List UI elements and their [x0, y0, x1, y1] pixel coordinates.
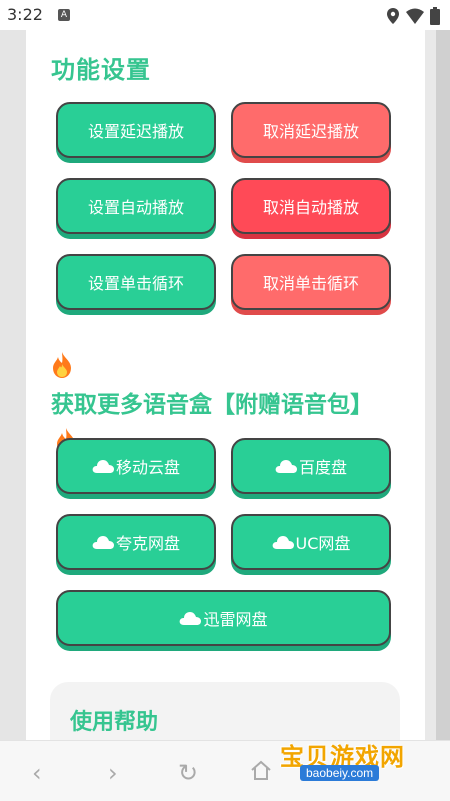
wifi-icon — [406, 8, 424, 24]
mobile-cloud-label: 移动云盘 — [115, 458, 180, 477]
baidu-pan-button[interactable]: 百度盘 — [231, 438, 391, 494]
notification-a-icon: A — [58, 9, 70, 21]
uc-pan-label: UC网盘 — [295, 534, 351, 553]
quark-pan-label: 夸克网盘 — [115, 534, 180, 553]
watermark: 宝贝游戏网 baobeiy.com — [280, 733, 450, 789]
status-time: 3:22 — [7, 5, 43, 24]
set-click-loop-button[interactable]: 设置单击循环 — [56, 254, 216, 310]
xunlei-pan-label: 迅雷网盘 — [203, 610, 268, 629]
set-delay-play-button[interactable]: 设置延迟播放 — [56, 102, 216, 158]
uc-pan-button[interactable]: UC网盘 — [231, 514, 391, 570]
cloud-icon — [92, 460, 114, 473]
left-gutter — [0, 30, 26, 740]
watermark-url: baobeiy.com — [300, 765, 380, 781]
baidu-pan-label: 百度盘 — [298, 458, 347, 477]
cloud-icon — [272, 536, 294, 549]
help-card: 使用帮助 — [50, 682, 400, 740]
battery-icon — [430, 7, 440, 25]
cloud-icon — [180, 612, 202, 625]
home-icon[interactable] — [250, 759, 272, 781]
set-auto-play-button[interactable]: 设置自动播放 — [56, 178, 216, 234]
mobile-cloud-button[interactable]: 移动云盘 — [56, 438, 216, 494]
page-content: 功能设置 设置延迟播放 取消延迟播放 设置自动播放 取消自动播放 设置单击循环 … — [26, 30, 425, 740]
back-icon[interactable]: ‹ — [32, 759, 42, 787]
forward-icon[interactable]: › — [108, 759, 118, 787]
fire-icon — [53, 352, 71, 378]
refresh-icon[interactable]: ↻ — [178, 759, 198, 787]
cloud-icon — [275, 460, 297, 473]
xunlei-pan-button[interactable]: 迅雷网盘 — [56, 590, 391, 646]
status-bar: 3:22 A — [0, 0, 450, 30]
cloud-icon — [92, 536, 114, 549]
help-title: 使用帮助 — [70, 710, 159, 735]
cancel-click-loop-button[interactable]: 取消单击循环 — [231, 254, 391, 310]
scrollbar[interactable] — [436, 30, 450, 740]
cancel-auto-play-button[interactable]: 取消自动播放 — [231, 178, 391, 234]
more-voicebox-text: 获取更多语音盒【附赠语音包】 — [51, 392, 373, 418]
cancel-delay-play-button[interactable]: 取消延迟播放 — [231, 102, 391, 158]
location-icon — [387, 8, 399, 24]
settings-title: 功能设置 — [51, 56, 151, 84]
quark-pan-button[interactable]: 夸克网盘 — [56, 514, 216, 570]
status-icons — [386, 7, 440, 25]
